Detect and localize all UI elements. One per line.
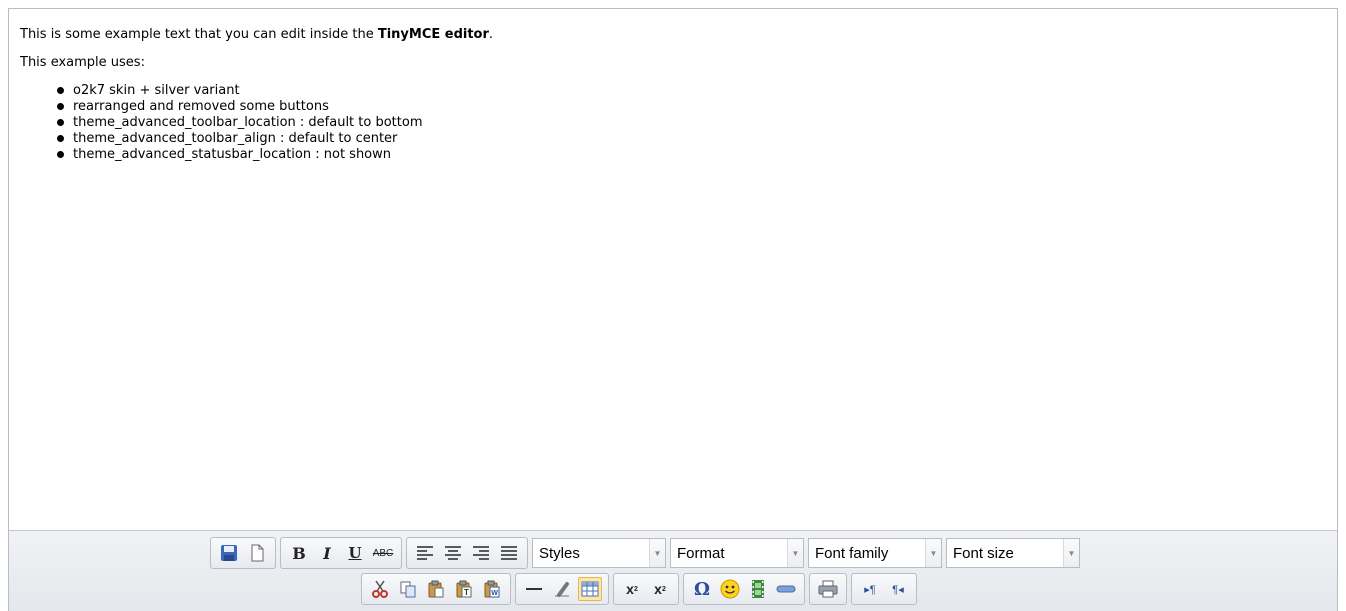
editor-toolbar: B I U ABC Styles ▼ Format ▼ Font family … [9, 530, 1337, 611]
paste-button[interactable] [424, 577, 448, 601]
alignment-group [406, 537, 528, 569]
direction-group: ▸¶ ¶◂ [851, 573, 917, 605]
underline-button[interactable]: U [343, 541, 367, 565]
table-icon [581, 581, 599, 597]
chevron-down-icon: ▼ [925, 539, 941, 567]
emotions-button[interactable] [718, 577, 742, 601]
styles-select[interactable]: Styles ▼ [532, 538, 666, 568]
clipboard-group: T W [361, 573, 511, 605]
list-item: rearranged and removed some buttons [57, 99, 1326, 115]
chevron-down-icon: ▼ [787, 539, 803, 567]
editor-content-area[interactable]: This is some example text that you can e… [9, 9, 1337, 530]
paste-word-button[interactable]: W [480, 577, 504, 601]
list-item: theme_advanced_toolbar_location : defaul… [57, 115, 1326, 131]
tinymce-editor: This is some example text that you can e… [8, 8, 1338, 611]
paste-text-icon: T [456, 580, 472, 598]
list-item: o2k7 skin + silver variant [57, 83, 1326, 99]
bullet-icon [57, 87, 64, 94]
new-document-icon [251, 544, 264, 562]
copy-icon [400, 581, 416, 598]
cut-button[interactable] [368, 577, 392, 601]
bullet-icon [57, 103, 64, 110]
media-icon [752, 580, 764, 598]
advhr-button[interactable] [774, 577, 798, 601]
media-button[interactable] [746, 577, 770, 601]
align-justify-icon [501, 546, 517, 560]
align-center-icon [445, 546, 461, 560]
paste-text-button[interactable]: T [452, 577, 476, 601]
align-left-icon [417, 546, 433, 560]
paste-icon [428, 580, 444, 598]
charmap-button[interactable]: Ω [690, 577, 714, 601]
superscript-mark: 2 [661, 585, 666, 593]
save-icon [221, 545, 237, 561]
chevron-down-icon: ▼ [1063, 539, 1079, 567]
font-size-select[interactable]: Font size ▼ [946, 538, 1080, 568]
rtl-button[interactable]: ¶◂ [886, 577, 910, 601]
file-group [210, 537, 276, 569]
remove-format-button[interactable] [550, 577, 574, 601]
emotions-icon [720, 579, 740, 599]
table-button[interactable] [578, 577, 602, 601]
script-group: x2 x2 [613, 573, 679, 605]
uses-paragraph: This example uses: [20, 55, 145, 70]
align-right-icon [473, 546, 489, 560]
special-group: Ω [683, 573, 805, 605]
text-style-group: B I U ABC [280, 537, 402, 569]
bullet-icon [57, 119, 64, 126]
align-justify-button[interactable] [497, 541, 521, 565]
print-icon [818, 580, 838, 598]
ltr-button[interactable]: ▸¶ [858, 577, 882, 601]
format-select[interactable]: Format ▼ [670, 538, 804, 568]
italic-button[interactable]: I [315, 541, 339, 565]
subscript-button[interactable]: x2 [620, 577, 644, 601]
align-right-button[interactable] [469, 541, 493, 565]
save-button[interactable] [217, 541, 241, 565]
print-group [809, 573, 847, 605]
svg-text:T: T [464, 588, 469, 597]
align-center-button[interactable] [441, 541, 465, 565]
superscript-button[interactable]: x2 [648, 577, 672, 601]
toolbar-row-1: B I U ABC Styles ▼ Format ▼ Font family … [210, 536, 1084, 570]
list-item: theme_advanced_toolbar_align : default t… [57, 131, 1326, 147]
advhr-icon [776, 585, 796, 593]
intro-paragraph: This is some example text that you can e… [20, 27, 494, 42]
insert-group [515, 573, 609, 605]
font-family-select[interactable]: Font family ▼ [808, 538, 942, 568]
subscript-mark: 2 [633, 585, 638, 593]
list-item: theme_advanced_statusbar_location : not … [57, 147, 1326, 163]
bold-button[interactable]: B [287, 541, 311, 565]
chevron-down-icon: ▼ [649, 539, 665, 567]
feature-list: o2k7 skin + silver variant rearranged an… [20, 83, 1326, 163]
svg-text:W: W [491, 590, 498, 597]
bullet-icon [57, 151, 64, 158]
horizontal-rule-icon [526, 588, 542, 590]
cut-icon [372, 580, 388, 598]
copy-button[interactable] [396, 577, 420, 601]
tinymce-bold-text: TinyMCE editor [377, 27, 489, 42]
toolbar-row-2: T W x 2 x 2 Ω ▸¶ ¶◂ [361, 572, 921, 606]
print-button[interactable] [816, 577, 840, 601]
remove-format-icon [555, 582, 569, 597]
new-document-button[interactable] [245, 541, 269, 565]
strikethrough-button[interactable]: ABC [371, 541, 395, 565]
align-left-button[interactable] [413, 541, 437, 565]
horizontal-rule-button[interactable] [522, 577, 546, 601]
bullet-icon [57, 135, 64, 142]
paste-word-icon: W [484, 580, 500, 598]
